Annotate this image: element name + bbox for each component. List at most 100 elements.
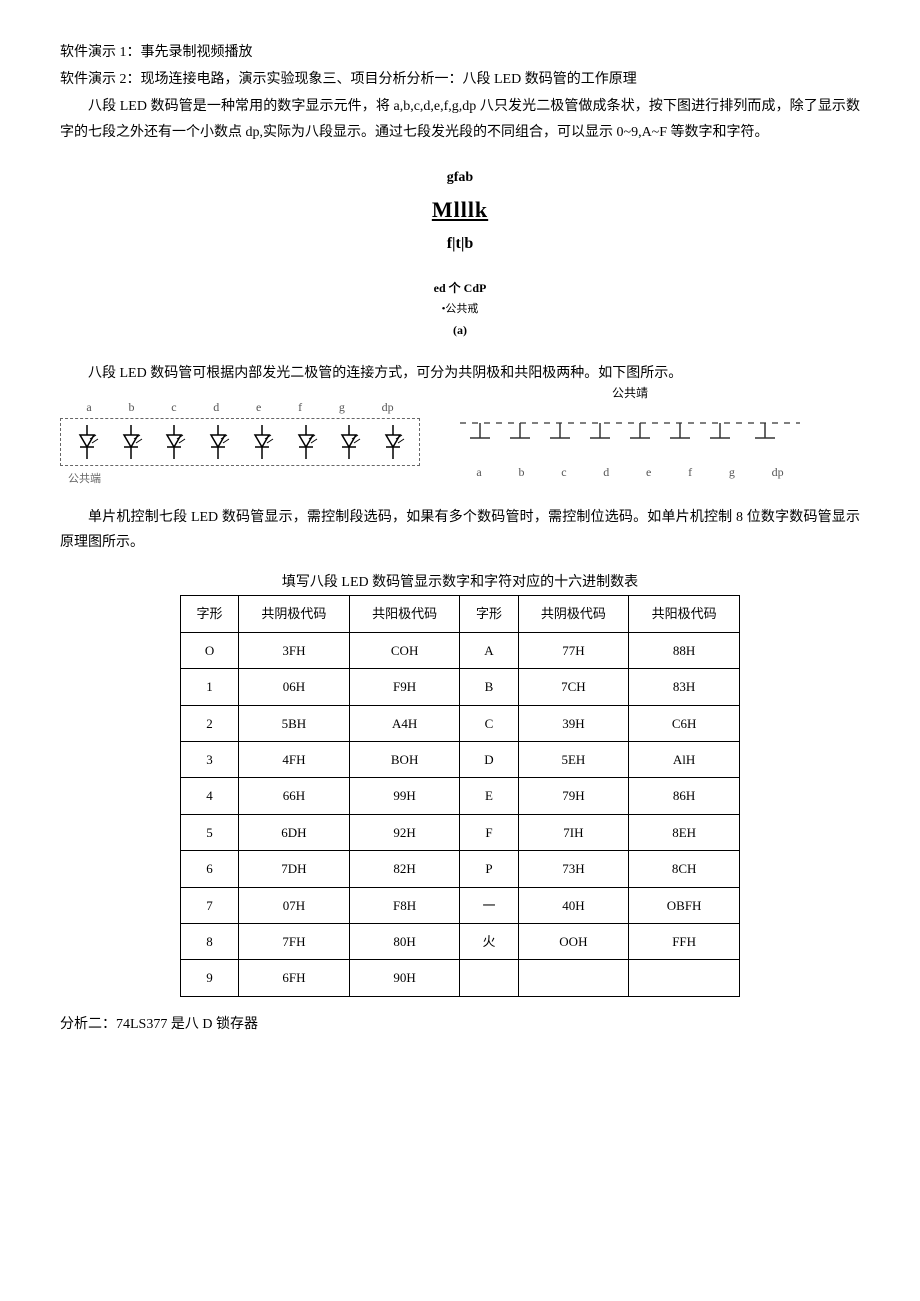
led-icon — [114, 425, 148, 459]
circuit-right: 公共靖 a b c d e f g dp — [450, 403, 810, 484]
pin-label: c — [171, 397, 176, 419]
text-line-demo1: 软件演示 1：事先录制视频播放 — [60, 40, 860, 65]
table-cell: P — [460, 851, 518, 887]
table-header: 共阴极代码 — [518, 596, 629, 632]
pin-label: dp — [772, 462, 784, 484]
table-row: 25BHA4HC39HC6H — [181, 705, 740, 741]
left-bottom-label: 公共端 — [60, 470, 420, 490]
pin-label: g — [729, 462, 735, 484]
diagram-label-mid1: Mlllk — [60, 190, 860, 230]
pin-label: d — [213, 397, 219, 419]
table-row: 67DH82HP73H8CH — [181, 851, 740, 887]
table-cell: E — [460, 778, 518, 814]
table-cell: 7DH — [239, 851, 350, 887]
table-row: 466H99HE79H86H — [181, 778, 740, 814]
table-cell: 7 — [181, 887, 239, 923]
table-cell: 5EH — [518, 742, 629, 778]
pin-label: b — [518, 462, 524, 484]
led-icon — [289, 425, 323, 459]
table-cell: 73H — [518, 851, 629, 887]
table-cell: FFH — [629, 923, 740, 959]
table-row: 707HF8H一40HOBFH — [181, 887, 740, 923]
table-cell: F8H — [349, 887, 460, 923]
table-cell: B — [460, 669, 518, 705]
table-cell: 8EH — [629, 814, 740, 850]
led-icon — [376, 425, 410, 459]
table-cell: C6H — [629, 705, 740, 741]
pin-label: f — [298, 397, 302, 419]
pin-labels-bottom: a b c d e f g dp — [450, 462, 810, 484]
pin-labels-top: a b c d e f g dp — [60, 397, 420, 419]
diagram-label-bot2: •公共戒 — [60, 300, 860, 320]
table-cell: 80H — [349, 923, 460, 959]
pin-label: d — [603, 462, 609, 484]
table-cell: 92H — [349, 814, 460, 850]
table-cell: 88H — [629, 632, 740, 668]
table-cell: OBFH — [629, 887, 740, 923]
table-header: 共阳极代码 — [349, 596, 460, 632]
table-cell — [629, 960, 740, 996]
table-cell: A4H — [349, 705, 460, 741]
right-top-label: 公共靖 — [612, 383, 648, 405]
table-cell: 90H — [349, 960, 460, 996]
led-icon — [157, 425, 191, 459]
table-cell: F — [460, 814, 518, 850]
paragraph-3: 单片机控制七段 LED 数码管显示，需控制段选码，如果有多个数码管时，需控制位选… — [60, 505, 860, 555]
led-icon — [70, 425, 104, 459]
table-cell: F9H — [349, 669, 460, 705]
table-cell: 82H — [349, 851, 460, 887]
table-cell: 3 — [181, 742, 239, 778]
table-header: 字形 — [181, 596, 239, 632]
table-cell: 8 — [181, 923, 239, 959]
table-cell: 77H — [518, 632, 629, 668]
table-cell: 06H — [239, 669, 350, 705]
pin-label: dp — [382, 397, 394, 419]
text-line-demo2: 软件演示 2：现场连接电路，演示实验现象三、项目分析分析一：八段 LED 数码管… — [60, 67, 860, 92]
pin-label: f — [688, 462, 692, 484]
table-cell: 8CH — [629, 851, 740, 887]
table-cell: BOH — [349, 742, 460, 778]
table-row: 56DH92HF7IH8EH — [181, 814, 740, 850]
table-header-row: 字形 共阴极代码 共阳极代码 字形 共阴极代码 共阳极代码 — [181, 596, 740, 632]
table-row: 34FHBOHD5EHAlH — [181, 742, 740, 778]
table-cell: 7CH — [518, 669, 629, 705]
table-row: 87FH80H火OOHFFH — [181, 923, 740, 959]
table-cell — [518, 960, 629, 996]
table-cell: 6 — [181, 851, 239, 887]
led-icon — [201, 425, 235, 459]
table-cell: 6DH — [239, 814, 350, 850]
pin-label: e — [646, 462, 651, 484]
table-row: O3FHCOHA77H88H — [181, 632, 740, 668]
table-cell: 5 — [181, 814, 239, 850]
table-row: 96FH90H — [181, 960, 740, 996]
led-dashed-box — [60, 418, 420, 466]
table-cell: 40H — [518, 887, 629, 923]
pin-label: a — [86, 397, 91, 419]
diagram-label-bot3: (a) — [60, 320, 860, 342]
table-cell: 5BH — [239, 705, 350, 741]
table-header: 字形 — [460, 596, 518, 632]
table-cell: 1 — [181, 669, 239, 705]
table-row: 106HF9HB7CH83H — [181, 669, 740, 705]
table-cell: 86H — [629, 778, 740, 814]
table-cell: A — [460, 632, 518, 668]
table-cell: 一 — [460, 887, 518, 923]
table-cell: C — [460, 705, 518, 741]
circuit-diagrams-row: a b c d e f g dp 公共端 公共靖 — [60, 397, 860, 490]
pin-label: a — [476, 462, 481, 484]
right-circuit-svg — [450, 403, 810, 453]
seven-seg-diagram: gfab Mlllk f|t|b ed 个 CdP •公共戒 (a) — [60, 165, 860, 342]
table-cell: 7FH — [239, 923, 350, 959]
table-cell: O — [181, 632, 239, 668]
pin-label: c — [561, 462, 566, 484]
table-cell: 66H — [239, 778, 350, 814]
pin-label: e — [256, 397, 261, 419]
table-cell: 4 — [181, 778, 239, 814]
table-header: 共阴极代码 — [239, 596, 350, 632]
led-icon — [245, 425, 279, 459]
pin-label: g — [339, 397, 345, 419]
table-cell — [460, 960, 518, 996]
table-cell: 火 — [460, 923, 518, 959]
pin-label: b — [128, 397, 134, 419]
table-cell: 2 — [181, 705, 239, 741]
